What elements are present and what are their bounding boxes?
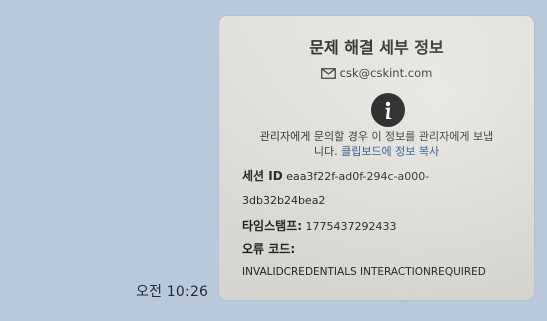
- message-timestamp: 오전 10:26: [136, 284, 209, 300]
- account-email: csk@cskint.com: [339, 66, 433, 80]
- support-message: 관리자에게 문의할 경우 이 정보를 관리자에게 보냅 니다. 클립보드에 정보…: [233, 129, 520, 159]
- error-code-value: INVALIDCREDENTIALS INTERACTIONREQUIRED: [242, 266, 486, 278]
- dialog-title: 문제 해결 세부 정보: [309, 38, 444, 57]
- photo-message[interactable]: 문제 해결 세부 정보 csk@cskint.com 관리자에게 문의할 경우 …: [219, 16, 534, 300]
- logo-icon: [371, 93, 405, 127]
- support-message-line1: 관리자에게 문의할 경우 이 정보를 관리자에게 보냅: [259, 130, 494, 143]
- session-id-value-part2: 3db32b24bea2: [242, 194, 326, 207]
- timestamp-label: 타임스탬프:: [242, 219, 302, 233]
- support-message-suffix: 니다.: [313, 145, 338, 158]
- error-code-label: 오류 코드:: [242, 242, 296, 256]
- timestamp-value: 1775437292433: [305, 220, 397, 233]
- timestamp-row: 타임스탬프: 1775437292433: [242, 217, 396, 234]
- session-id-value-part1: eaa3f22f-ad0f-294c-a000-: [286, 170, 430, 183]
- envelope-icon: [320, 68, 336, 82]
- copy-to-clipboard-link[interactable]: 클립보드에 정보 복사: [341, 145, 439, 158]
- chat-area: 오전 10:26 문제 해결 세부 정보 csk@cskint.com 관리자에…: [0, 0, 547, 321]
- photo-content: 문제 해결 세부 정보 csk@cskint.com 관리자에게 문의할 경우 …: [219, 16, 534, 300]
- session-id-label: 세션 ID: [242, 169, 283, 183]
- session-id-row: 세션 ID eaa3f22f-ad0f-294c-a000-: [242, 167, 429, 184]
- error-code-row: 오류 코드:: [242, 240, 295, 257]
- account-email-row: csk@cskint.com: [219, 66, 534, 82]
- support-message-line2: 니다. 클립보드에 정보 복사: [233, 144, 520, 159]
